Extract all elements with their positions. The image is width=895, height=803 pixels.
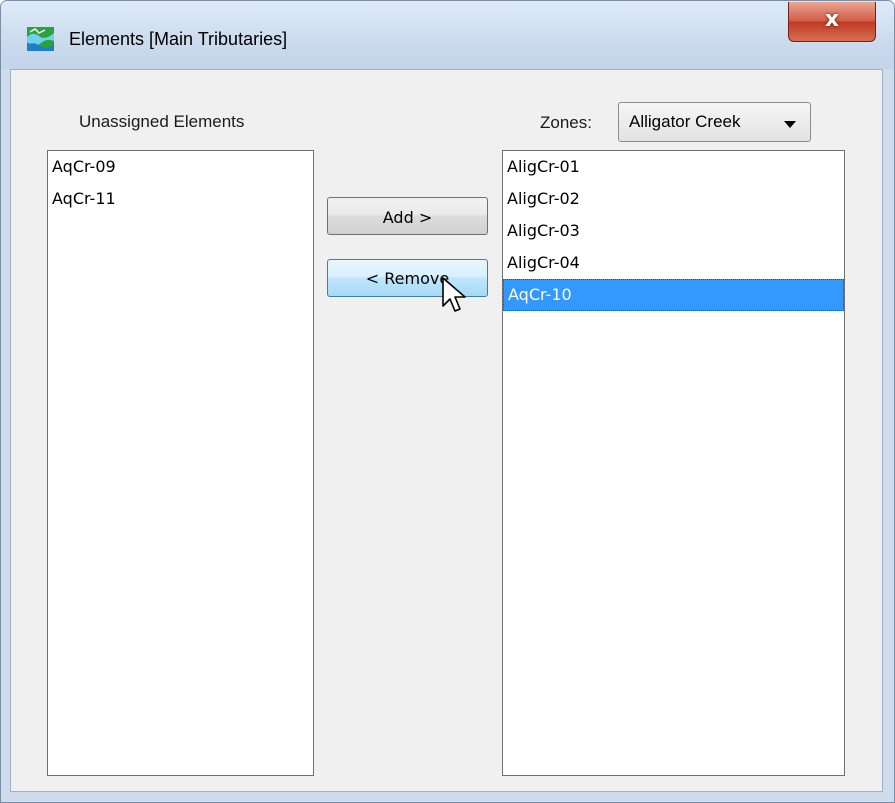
zone-list-item[interactable]: AligCr-03 <box>503 215 844 247</box>
map-terrain-icon <box>27 27 54 51</box>
elements-dialog-window: Elements [Main Tributaries] x Unassigned… <box>0 0 895 803</box>
zone-list-item[interactable]: AligCr-02 <box>503 183 844 215</box>
zone-list-item[interactable]: AligCr-04 <box>503 247 844 279</box>
dialog-content: Unassigned Elements Zones: Alligator Cre… <box>10 69 883 792</box>
mouse-pointer-icon <box>442 277 466 312</box>
close-button[interactable]: x <box>788 2 876 42</box>
add-button[interactable]: Add > <box>327 197 488 235</box>
unassigned-list-item[interactable]: AqCr-09 <box>48 151 313 183</box>
add-button-label: Add > <box>382 208 433 227</box>
unassigned-elements-list[interactable]: AqCr-09 AqCr-11 <box>47 150 314 776</box>
close-icon: x <box>824 7 840 32</box>
zone-elements-list[interactable]: AligCr-01 AligCr-02 AligCr-03 AligCr-04 … <box>502 150 845 776</box>
zone-list-item-selected[interactable]: AqCr-10 <box>503 279 844 311</box>
title-bar[interactable]: Elements [Main Tributaries] x <box>1 1 894 69</box>
zone-list-item[interactable]: AligCr-01 <box>503 151 844 183</box>
window-title: Elements [Main Tributaries] <box>69 29 288 49</box>
zones-dropdown[interactable]: Alligator Creek <box>618 102 811 142</box>
chevron-down-icon <box>784 121 796 128</box>
zones-dropdown-value: Alligator Creek <box>629 112 741 131</box>
zones-label: Zones: <box>540 113 592 132</box>
unassigned-list-item[interactable]: AqCr-11 <box>48 183 313 215</box>
unassigned-elements-label: Unassigned Elements <box>79 112 245 131</box>
